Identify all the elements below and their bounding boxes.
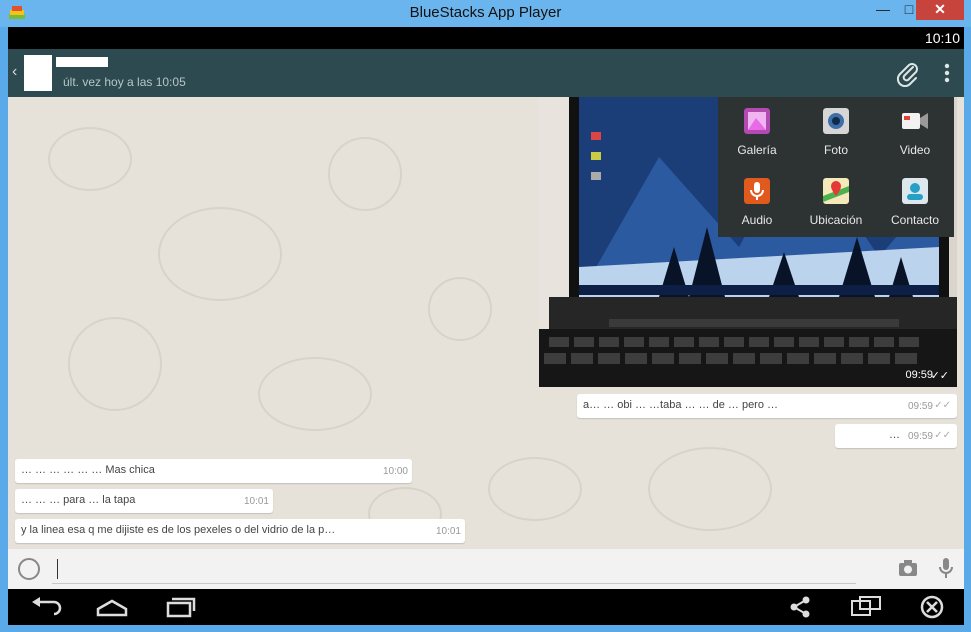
attach-contact[interactable]: Contacto bbox=[876, 167, 954, 237]
recents-icon[interactable] bbox=[162, 595, 198, 619]
close-app-icon[interactable] bbox=[914, 595, 950, 619]
wallpaper-doodle bbox=[328, 137, 402, 211]
attach-label: Ubicación bbox=[809, 213, 863, 227]
wallpaper-doodle bbox=[258, 357, 372, 431]
attach-label: Foto bbox=[823, 143, 848, 157]
attach-label: Video bbox=[899, 143, 931, 157]
share-icon[interactable] bbox=[782, 595, 818, 619]
video-icon bbox=[902, 113, 928, 129]
android-nav-bar bbox=[8, 589, 964, 625]
attach-location[interactable]: Ubicación bbox=[797, 167, 875, 237]
home-icon[interactable] bbox=[94, 595, 130, 619]
camera-icon[interactable] bbox=[898, 559, 918, 577]
attach-label: Galería bbox=[737, 143, 777, 157]
read-receipt-icon: ✓✓ bbox=[934, 400, 951, 411]
message-bubble-incoming[interactable]: … … … … … … Mas chica 10:00 bbox=[15, 459, 412, 483]
message-bubble-incoming[interactable]: … … … para … la tapa 10:01 bbox=[15, 489, 273, 513]
status-time: 10:10 bbox=[924, 30, 960, 46]
status-bar: 10:10 bbox=[8, 27, 964, 49]
read-receipt-icon: ✓✓ bbox=[934, 430, 951, 441]
rotate-screen-icon[interactable] bbox=[848, 595, 884, 619]
chat-header: ‹ últ. vez hoy a las 10:05 bbox=[8, 49, 964, 97]
attach-label: Audio bbox=[741, 213, 773, 227]
message-bubble-incoming[interactable]: y la linea esa q me dijiste es de los pe… bbox=[15, 519, 465, 543]
message-text: a… … obi … …taba … … de … pero … bbox=[583, 399, 779, 411]
back-icon[interactable] bbox=[28, 595, 64, 619]
attach-menu: Galería Foto Video Audio Ubicación Conta… bbox=[718, 97, 954, 237]
message-time: 10:01 bbox=[435, 526, 461, 537]
window-title: BlueStacks App Player bbox=[409, 4, 562, 21]
avatar[interactable] bbox=[24, 55, 52, 91]
attach-gallery[interactable]: Galería bbox=[718, 97, 796, 167]
read-receipt-icon: ✓✓ bbox=[930, 370, 949, 382]
wallpaper-doodle bbox=[158, 207, 282, 301]
wallpaper-doodle bbox=[648, 447, 772, 531]
message-time: 09:59 bbox=[907, 431, 933, 442]
message-text: … … … … … … Mas chica bbox=[21, 464, 155, 476]
last-seen-status: últ. vez hoy a las 10:05 bbox=[63, 75, 186, 89]
message-text: … … … para … la tapa bbox=[21, 494, 136, 506]
text-cursor bbox=[57, 559, 58, 579]
message-bubble-outgoing[interactable]: … 09:59 ✓✓ bbox=[835, 424, 957, 448]
gallery-icon bbox=[744, 108, 770, 134]
message-time: 10:01 bbox=[243, 496, 269, 507]
attach-video[interactable]: Video bbox=[876, 97, 954, 167]
android-screen: 10:10 ‹ últ. vez hoy a las 10:05 09:59 ✓… bbox=[8, 27, 964, 625]
wallpaper-doodle bbox=[48, 127, 132, 191]
map-pin-icon bbox=[823, 178, 849, 204]
back-chevron-icon[interactable]: ‹ bbox=[12, 63, 17, 81]
close-button[interactable]: ✕ bbox=[916, 0, 964, 20]
contact-name-redacted[interactable] bbox=[56, 57, 108, 67]
overflow-menu-icon[interactable] bbox=[933, 59, 961, 87]
wallpaper-doodle bbox=[488, 457, 582, 521]
message-bubble-outgoing[interactable]: a… … obi … …taba … … de … pero … 09:59 ✓… bbox=[577, 394, 957, 418]
microphone-icon[interactable] bbox=[938, 557, 954, 579]
window-title-bar: BlueStacks App Player — □ ✕ bbox=[0, 0, 971, 27]
wallpaper-doodle bbox=[68, 317, 162, 411]
wallpaper-doodle bbox=[428, 277, 492, 341]
attach-label: Contacto bbox=[890, 213, 940, 227]
microphone-icon bbox=[744, 178, 770, 204]
message-time: 09:59 bbox=[905, 369, 933, 381]
attach-audio[interactable]: Audio bbox=[718, 167, 796, 237]
message-input-bar bbox=[8, 549, 964, 589]
message-text: y la linea esa q me dijiste es de los pe… bbox=[21, 524, 336, 536]
message-time: 09:59 bbox=[907, 401, 933, 412]
emoji-icon[interactable] bbox=[18, 558, 40, 580]
camera-icon bbox=[823, 108, 849, 134]
paperclip-icon[interactable] bbox=[894, 59, 922, 87]
attach-photo[interactable]: Foto bbox=[797, 97, 875, 167]
message-time: 10:00 bbox=[382, 466, 408, 477]
message-text: … bbox=[889, 429, 900, 441]
contact-card-icon bbox=[902, 178, 928, 204]
message-input[interactable] bbox=[52, 557, 856, 584]
